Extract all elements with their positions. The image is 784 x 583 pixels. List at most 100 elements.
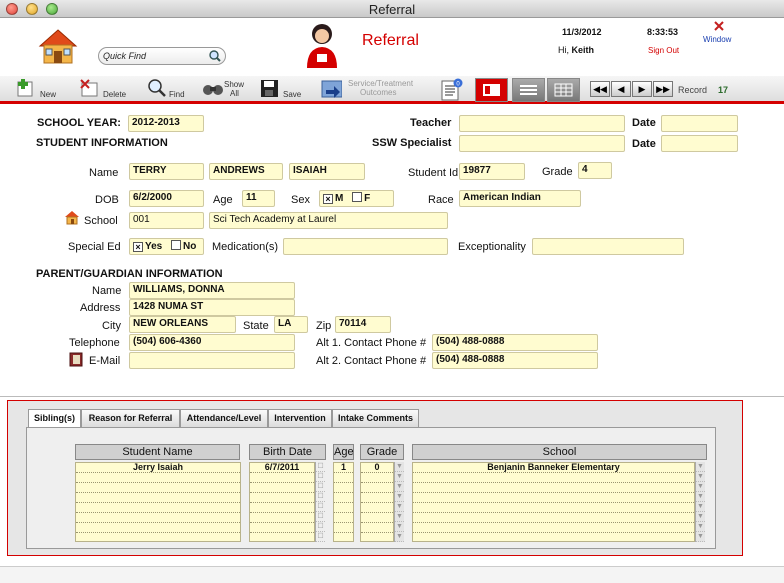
status-bar xyxy=(0,566,784,583)
sibling-birth-column[interactable]: 6/7/2011 xyxy=(249,462,315,542)
student-id-field[interactable]: 19877 xyxy=(459,163,525,180)
school-home-icon[interactable] xyxy=(64,210,80,225)
last-name-field[interactable]: ANDREWS xyxy=(209,163,283,180)
search-icon[interactable] xyxy=(209,50,221,62)
sibling-grade-cell[interactable]: 0 xyxy=(361,463,393,473)
school-dropdown-column[interactable]: ▼ ▼ ▼ ▼ ▼ ▼ ▼ ▼ xyxy=(695,462,705,542)
tab-attendance-level[interactable]: Attendance/Level xyxy=(180,409,268,428)
parent-name-label: Name xyxy=(92,285,122,297)
tab-intervention[interactable]: Intervention xyxy=(268,409,332,428)
first-record-button[interactable]: ◀◀ xyxy=(590,81,610,97)
form-view-button[interactable] xyxy=(475,78,508,102)
exceptionality-field[interactable] xyxy=(532,238,684,255)
school-code-field[interactable]: 001 xyxy=(129,212,204,229)
ssw-date-field[interactable] xyxy=(661,135,738,152)
first-name-field[interactable]: TERRY xyxy=(129,163,204,180)
alt1-phone-field[interactable]: (504) 488-0888 xyxy=(432,334,598,351)
alt2-phone-label: Alt 2. Contact Phone # xyxy=(316,355,427,367)
school-name-field[interactable]: Sci Tech Academy at Laurel xyxy=(209,212,448,229)
medication-field[interactable] xyxy=(283,238,448,255)
zip-label: Zip xyxy=(316,320,332,332)
page-title: Referral xyxy=(362,32,419,49)
address-label: Address xyxy=(80,302,121,314)
sex-m-checkbox[interactable]: × xyxy=(323,194,333,204)
tab-intake-comments[interactable]: Intake Comments xyxy=(332,409,419,428)
special-ed-yes-checkbox[interactable]: × xyxy=(133,242,143,252)
teacher-field[interactable] xyxy=(459,115,625,132)
all-label: All xyxy=(230,89,239,98)
previous-record-button[interactable]: ◀ xyxy=(611,81,631,97)
school-year-field[interactable]: 2012-2013 xyxy=(128,115,204,132)
sibling-school-column[interactable]: Benjanin Banneker Elementary xyxy=(412,462,695,542)
address-field[interactable]: 1428 NUMA ST xyxy=(129,299,295,316)
save-button[interactable]: Save xyxy=(259,76,303,102)
sibling-birth-cell[interactable]: 6/7/2011 xyxy=(250,463,314,473)
grade-dropdown-column[interactable]: ▼ ▼ ▼ ▼ ▼ ▼ ▼ ▼ xyxy=(394,462,404,542)
special-ed-no-checkbox[interactable] xyxy=(171,240,182,250)
save-disk-icon xyxy=(261,80,278,97)
city-label: City xyxy=(102,320,121,332)
sibling-age-column[interactable]: 1 xyxy=(333,462,354,542)
sibling-name-cell[interactable]: Jerry Isaiah xyxy=(76,463,240,473)
sibling-name-column[interactable]: Jerry Isaiah xyxy=(75,462,241,542)
binoculars-icon xyxy=(203,85,223,95)
email-book-icon[interactable] xyxy=(68,352,86,367)
show-label: Show xyxy=(224,80,245,89)
window-close-icon[interactable] xyxy=(714,21,724,31)
home-icon[interactable] xyxy=(38,28,78,66)
table-view-button[interactable] xyxy=(547,78,580,102)
quick-find-field[interactable]: Quick Find xyxy=(98,47,226,65)
sibling-grade-column[interactable]: 0 xyxy=(360,462,394,542)
age-field[interactable]: 11 xyxy=(242,190,275,207)
greeting: Hi, Keith xyxy=(558,45,594,55)
new-label: New xyxy=(40,90,57,99)
new-button[interactable]: New xyxy=(16,76,60,102)
zip-field[interactable]: 70114 xyxy=(335,316,391,333)
last-record-button[interactable]: ▶▶ xyxy=(653,81,673,97)
race-field[interactable]: American Indian xyxy=(459,190,581,207)
report-list-icon[interactable]: 0 xyxy=(440,78,464,102)
tab-siblings[interactable]: Sibling(s) xyxy=(28,409,81,428)
col-birth-date: Birth Date xyxy=(249,444,326,460)
service-treatment-outcomes-button[interactable]: Service/Treatment Outcomes xyxy=(320,76,430,102)
birth-date-picker-column[interactable]: ☐ ☐ ☐ ☐ ☐ ☐ ☐ ☐ xyxy=(315,462,325,542)
teacher-date-field[interactable] xyxy=(661,115,738,132)
window-title: Referral xyxy=(368,2,416,17)
parent-guardian-heading: PARENT/GUARDIAN INFORMATION xyxy=(36,268,223,280)
middle-name-field[interactable]: ISAIAH xyxy=(289,163,365,180)
service-label: Service/Treatment xyxy=(348,79,414,88)
tab-reason-for-referral[interactable]: Reason for Referral xyxy=(81,409,180,428)
ssw-specialist-field[interactable] xyxy=(459,135,625,152)
col-age: Age xyxy=(333,444,354,460)
next-record-button[interactable]: ▶ xyxy=(632,81,652,97)
sex-field: × M F xyxy=(319,190,394,207)
delete-button[interactable]: Delete xyxy=(79,76,131,102)
grade-field[interactable]: 4 xyxy=(578,162,612,179)
special-ed-yes-label: Yes xyxy=(145,241,163,252)
show-all-button[interactable]: Show All xyxy=(202,76,250,102)
find-button[interactable]: Find xyxy=(147,76,189,102)
parent-name-field[interactable]: WILLIAMS, DONNA xyxy=(129,282,295,299)
race-label: Race xyxy=(428,194,454,206)
sign-out-link[interactable]: Sign Out xyxy=(648,46,679,55)
dob-field[interactable]: 6/2/2000 xyxy=(129,190,204,207)
telephone-field[interactable]: (504) 606-4360 xyxy=(129,334,295,351)
state-field[interactable]: LA xyxy=(274,316,308,333)
email-field[interactable] xyxy=(129,352,295,369)
sex-f-checkbox[interactable] xyxy=(352,192,363,202)
school-label: School xyxy=(84,215,118,227)
ssw-date-label: Date xyxy=(632,138,656,150)
next-record-icon: ▶ xyxy=(638,84,646,94)
alt2-phone-field[interactable]: (504) 488-0888 xyxy=(432,352,598,369)
window-link[interactable]: Window xyxy=(703,35,731,44)
list-view-button[interactable] xyxy=(512,78,545,102)
teacher-date-label: Date xyxy=(632,117,656,129)
delete-record-icon xyxy=(80,79,98,97)
city-field[interactable]: NEW ORLEANS xyxy=(129,316,236,333)
sibling-age-cell[interactable]: 1 xyxy=(334,463,353,473)
sibling-school-cell[interactable]: Benjanin Banneker Elementary xyxy=(413,463,694,473)
special-ed-field: × Yes No xyxy=(129,238,204,255)
teacher-label: Teacher xyxy=(410,117,452,129)
find-label: Find xyxy=(169,90,185,99)
outcomes-label: Outcomes xyxy=(360,88,397,97)
